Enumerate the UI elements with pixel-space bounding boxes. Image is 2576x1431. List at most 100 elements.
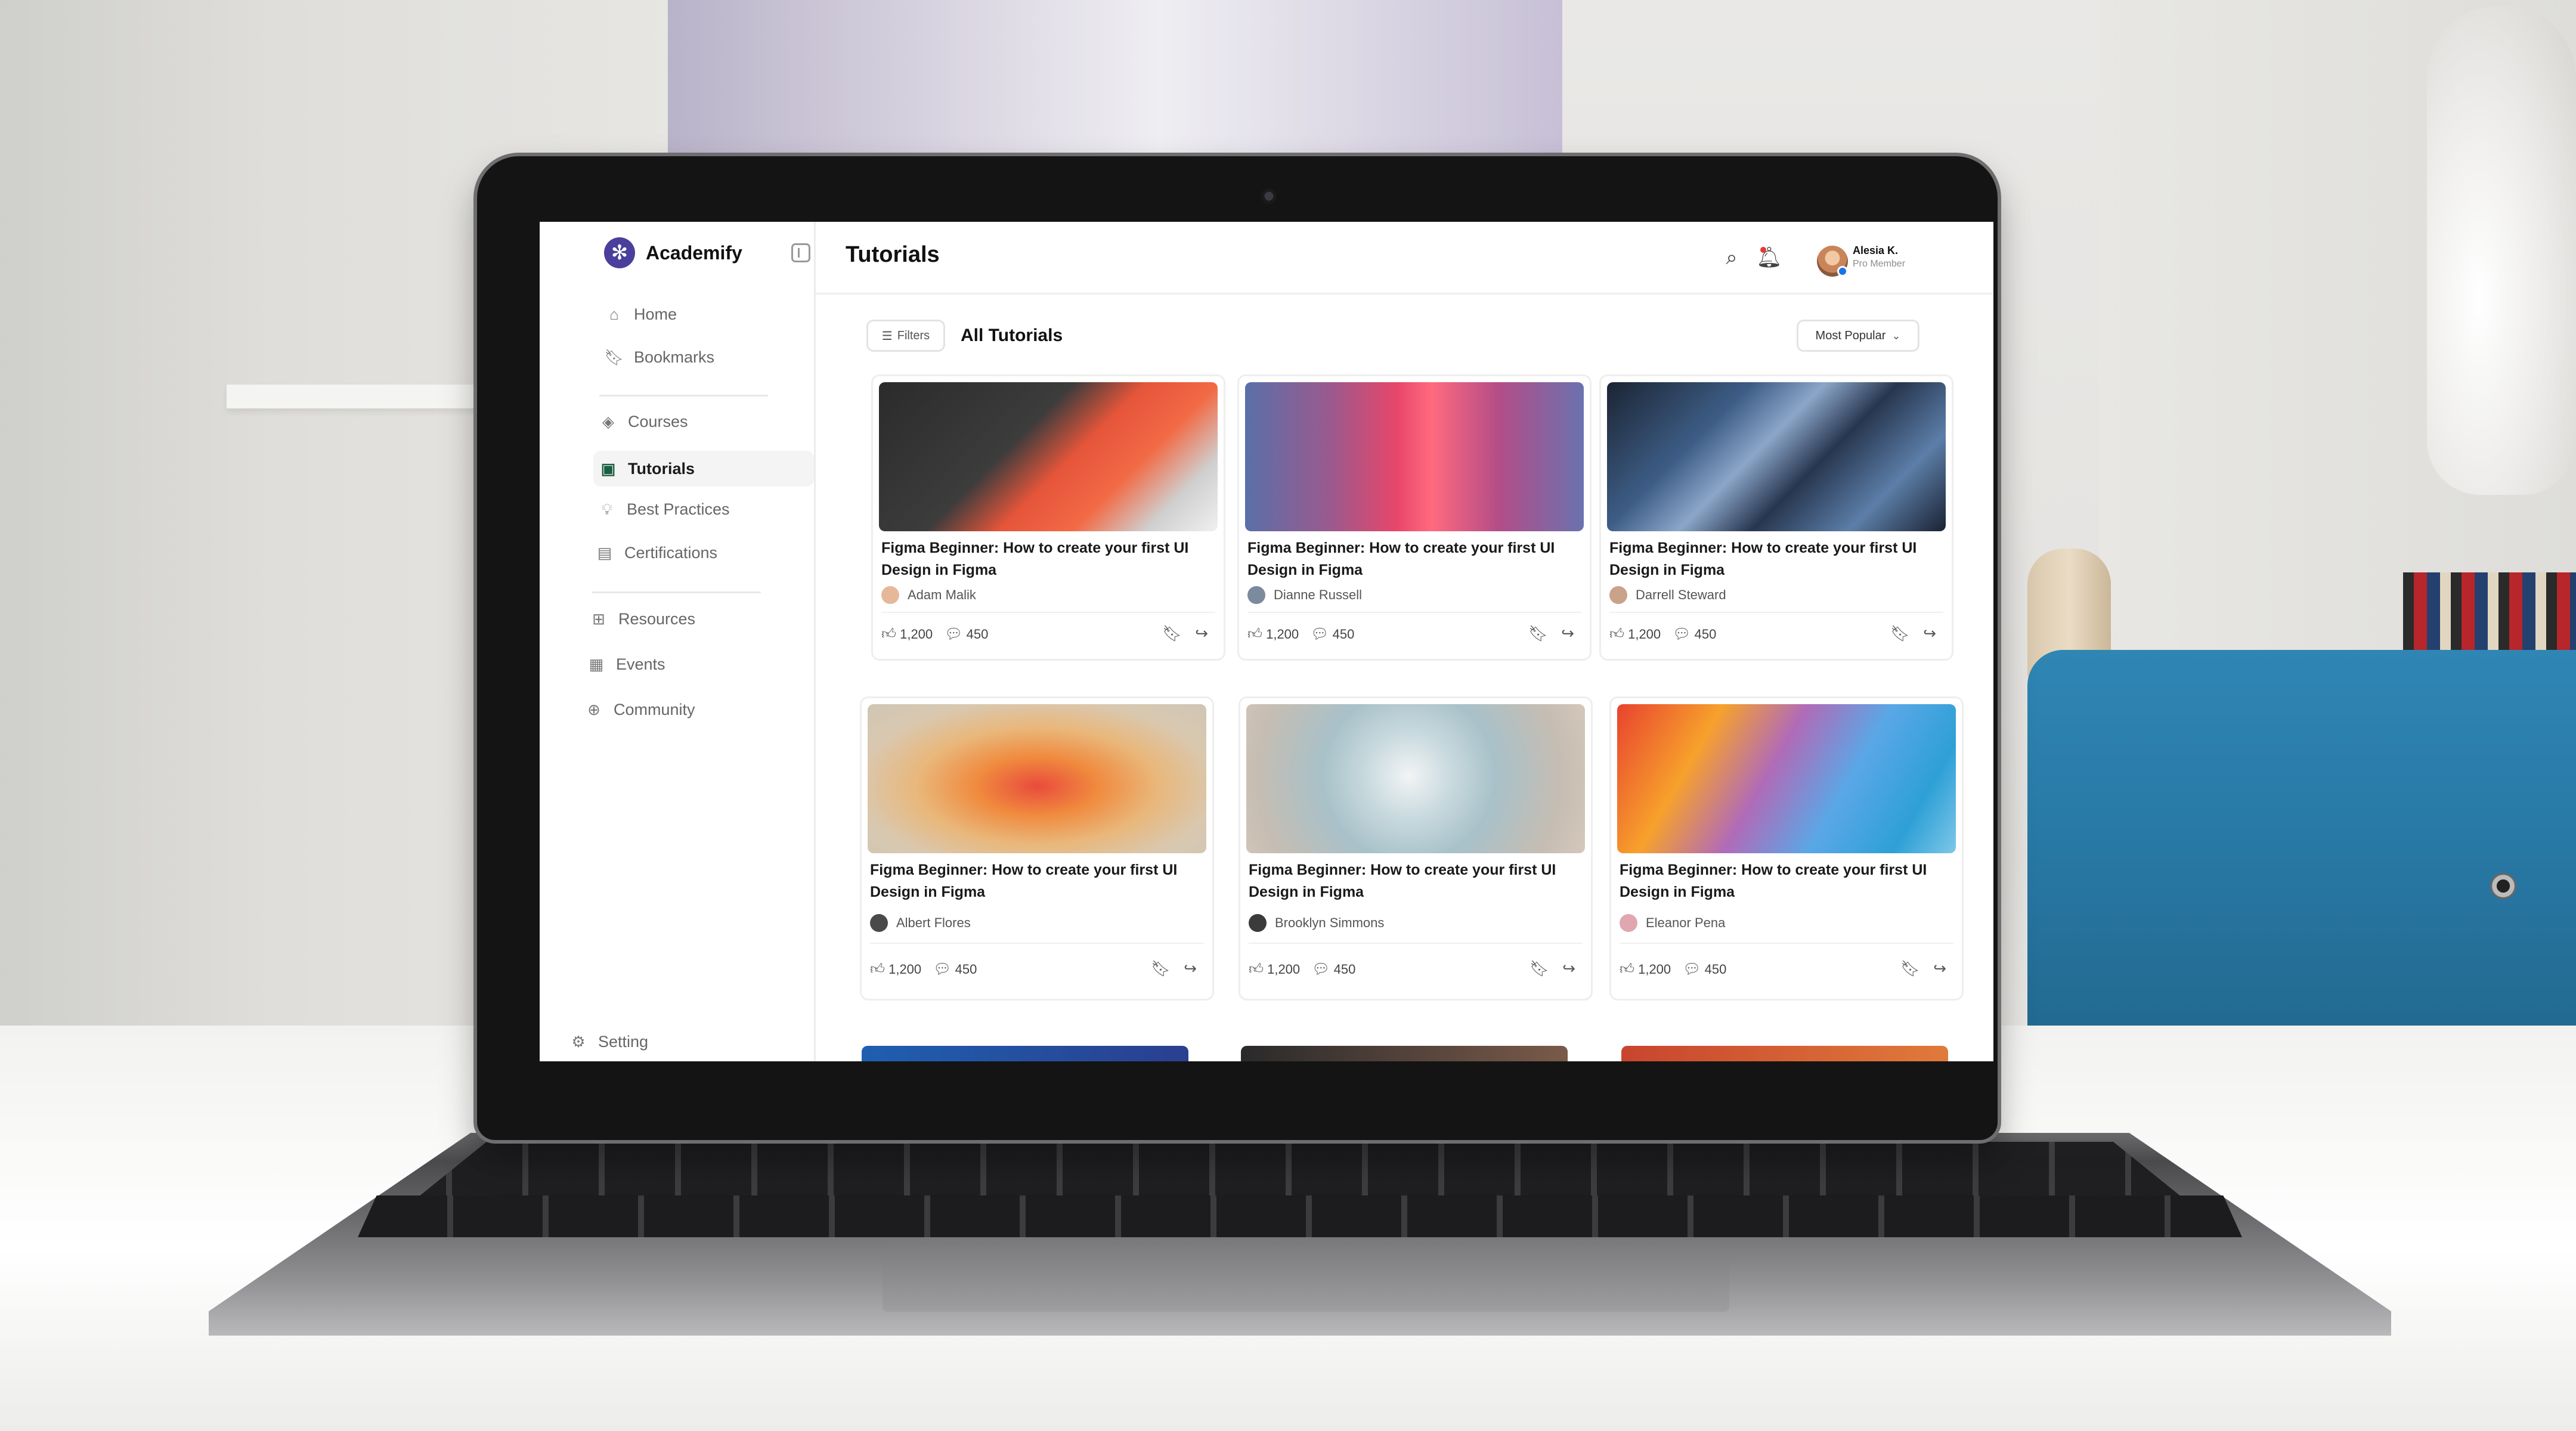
card-author[interactable]: Adam Malik (881, 586, 976, 604)
sidebar-item-label: Best Practices (627, 500, 730, 518)
sliders-icon: ☰ (881, 329, 893, 343)
likes-count: 1,200 (1266, 626, 1299, 642)
bookmark-icon[interactable]: 🔖︎ (1162, 624, 1182, 643)
card-title[interactable]: Figma Beginner: How to create your first… (870, 859, 1204, 903)
card-thumbnail[interactable] (868, 704, 1206, 853)
card-divider (881, 612, 1215, 613)
sidebar-item-label: Tutorials (628, 459, 695, 478)
bookmark-icon[interactable]: 🔖︎ (1151, 959, 1171, 978)
bookmark-icon[interactable]: 🔖︎ (1900, 959, 1920, 978)
card-author[interactable]: Albert Flores (870, 914, 971, 932)
comments-count: 450 (955, 961, 977, 977)
sidebar-item-courses[interactable]: ◈ Courses (599, 413, 688, 431)
lightbulb-icon: 💡︎ (601, 500, 613, 518)
card-thumbnail[interactable] (879, 382, 1218, 531)
sidebar-divider (599, 395, 768, 397)
thumbs-up-icon[interactable]: 👍︎ (1249, 961, 1264, 978)
thumbs-up-icon[interactable]: 👍︎ (1247, 626, 1262, 643)
brand[interactable]: ✻ Academify (604, 237, 742, 268)
card-thumbnail-peek[interactable] (1241, 1046, 1568, 1061)
sidebar-item-label: Community (614, 701, 695, 718)
card-stats: 👍︎ 1,200 💬︎ 450 (870, 961, 977, 978)
user-name: Alesia K. (1853, 244, 1899, 256)
author-name: Darrell Steward (1636, 587, 1726, 602)
comment-icon[interactable]: 💬︎ (933, 961, 951, 978)
share-icon[interactable]: ↪ (1561, 624, 1574, 643)
card-actions: 🔖︎ ↪ (1877, 624, 1936, 643)
sidebar-item-events[interactable]: ▦ Events (587, 655, 665, 674)
sidebar-item-label: Resources (618, 610, 696, 628)
layers-icon: ◈ (602, 413, 614, 430)
page-title: Tutorials (846, 242, 940, 267)
thumbs-up-icon[interactable]: 👍︎ (870, 961, 885, 978)
card-title[interactable]: Figma Beginner: How to create your first… (1620, 859, 1953, 903)
laptop-camera (1261, 188, 1277, 204)
asterisk-logo-icon: ✻ (604, 237, 635, 268)
sort-dropdown[interactable]: Most Popular ⌄ (1797, 320, 1919, 352)
card-thumbnail[interactable] (1245, 382, 1584, 531)
certificate-icon: ▤ (597, 544, 612, 562)
sidebar-item-certifications[interactable]: ▤ Certifications (596, 544, 717, 562)
share-icon[interactable]: ↪ (1923, 624, 1936, 643)
sidebar-item-best-practices[interactable]: 💡︎ Best Practices (598, 500, 730, 519)
search-icon[interactable]: ⌕ (1720, 246, 1744, 270)
sidebar-item-resources[interactable]: ⊞ Resources (590, 610, 695, 628)
share-icon[interactable]: ↪ (1562, 959, 1575, 978)
thumbs-up-icon[interactable]: 👍︎ (881, 626, 896, 643)
sidebar-item-community[interactable]: ⊕ Community (585, 701, 695, 719)
bookmark-icon[interactable]: 🔖︎ (1528, 624, 1548, 643)
card-title[interactable]: Figma Beginner: How to create your first… (1249, 859, 1583, 903)
author-name: Albert Flores (896, 915, 971, 930)
card-title[interactable]: Figma Beginner: How to create your first… (1247, 537, 1581, 581)
tutorial-card[interactable]: Figma Beginner: How to create your first… (1609, 696, 1964, 1001)
likes-count: 1,200 (900, 626, 933, 642)
comment-icon[interactable]: 💬︎ (1673, 625, 1690, 643)
author-name: Adam Malik (908, 587, 976, 602)
comment-icon[interactable]: 💬︎ (1311, 625, 1329, 643)
comments-count: 450 (1333, 961, 1356, 977)
share-icon[interactable]: ↪ (1195, 624, 1208, 643)
tutorial-card[interactable]: Figma Beginner: How to create your first… (860, 696, 1214, 1001)
card-author[interactable]: Brooklyn Simmons (1249, 914, 1384, 932)
tutorial-card[interactable]: Figma Beginner: How to create your first… (1237, 374, 1592, 661)
tutorial-card[interactable]: Figma Beginner: How to create your first… (1239, 696, 1593, 1001)
card-author[interactable]: Dianne Russell (1247, 586, 1362, 604)
laptop-trackpad (883, 1246, 1729, 1312)
share-icon[interactable]: ↪ (1184, 959, 1197, 978)
share-icon[interactable]: ↪ (1933, 959, 1946, 978)
sidebar-item-bookmarks[interactable]: 🔖︎ Bookmarks (605, 348, 715, 367)
card-thumbnail[interactable] (1246, 704, 1585, 853)
sidebar-item-home[interactable]: ⌂ Home (605, 305, 677, 324)
sidebar-item-setting[interactable]: ⚙ Setting (569, 1033, 648, 1051)
card-author[interactable]: Eleanor Pena (1620, 914, 1725, 932)
card-thumbnail-peek[interactable] (862, 1046, 1188, 1061)
gear-icon: ⚙ (571, 1033, 586, 1051)
card-thumbnail[interactable] (1617, 704, 1956, 853)
card-author[interactable]: Darrell Steward (1609, 586, 1726, 604)
filters-button[interactable]: ☰ Filters (866, 320, 945, 352)
comment-icon[interactable]: 💬︎ (945, 625, 962, 643)
card-title[interactable]: Figma Beginner: How to create your first… (1609, 537, 1943, 581)
comment-icon[interactable]: 💬︎ (1683, 961, 1701, 978)
collapse-sidebar-icon[interactable] (791, 243, 810, 262)
sidebar-item-tutorials[interactable]: ▣ Tutorials (593, 451, 814, 487)
filters-label: Filters (897, 329, 930, 342)
bookmark-icon[interactable]: 🔖︎ (1530, 959, 1549, 978)
comment-icon[interactable]: 💬︎ (1312, 961, 1330, 978)
tutorial-card[interactable]: Figma Beginner: How to create your first… (871, 374, 1225, 661)
card-thumbnail[interactable] (1607, 382, 1946, 531)
thumbs-up-icon[interactable]: 👍︎ (1609, 626, 1624, 643)
sidebar-item-label: Setting (598, 1033, 649, 1051)
card-thumbnail-peek[interactable] (1621, 1046, 1948, 1061)
card-stats: 👍︎ 1,200 💬︎ 450 (1609, 625, 1716, 643)
tutorial-card[interactable]: Figma Beginner: How to create your first… (1599, 374, 1953, 661)
card-divider (1247, 612, 1581, 613)
card-divider (1620, 943, 1953, 944)
author-avatar (1249, 914, 1267, 932)
likes-count: 1,200 (1638, 961, 1671, 977)
card-title[interactable]: Figma Beginner: How to create your first… (881, 537, 1215, 581)
globe-icon: ⊕ (587, 701, 600, 718)
bookmark-icon[interactable]: 🔖︎ (1890, 624, 1910, 643)
card-stats: 👍︎ 1,200 💬︎ 450 (1620, 961, 1726, 978)
thumbs-up-icon[interactable]: 👍︎ (1620, 961, 1634, 978)
